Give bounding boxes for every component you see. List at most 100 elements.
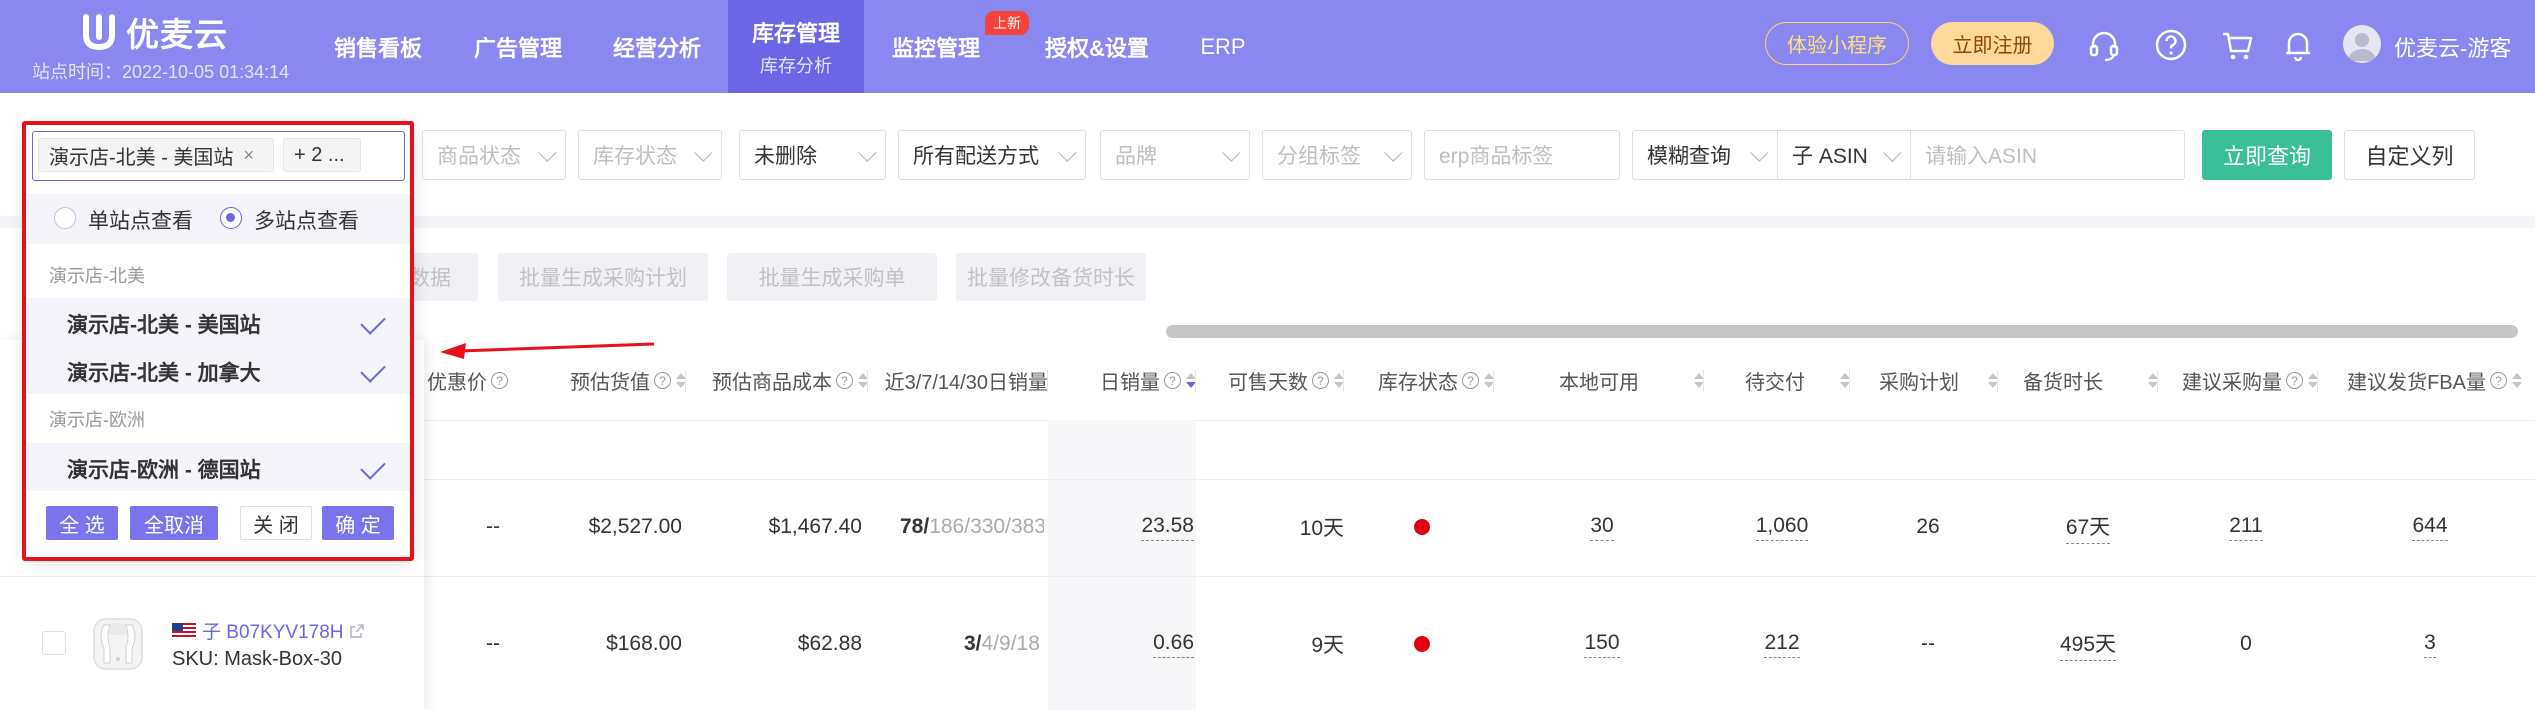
chevron-down-icon xyxy=(1883,142,1902,162)
row-divider xyxy=(0,576,424,577)
cell-daily-sales[interactable]: 0.66 xyxy=(1048,624,1194,664)
sort-icon[interactable] xyxy=(2512,372,2522,388)
brand-name: 优麦云 xyxy=(126,16,228,53)
cell-cost: $62.88 xyxy=(797,632,862,655)
batch-purchase-order-button[interactable]: 批量生成采购单 xyxy=(727,253,937,301)
stock-status-select[interactable]: 库存状态 xyxy=(578,130,722,180)
cell-daily-sales[interactable]: 23.58 xyxy=(1048,507,1194,547)
asin-search-input[interactable]: 请输入ASIN xyxy=(1910,130,2185,180)
logo[interactable]: 优麦云 xyxy=(82,10,228,54)
cell-suggested-fba[interactable]: 644 xyxy=(2382,507,2478,547)
cell-pending-delivery[interactable]: 1,060 xyxy=(1734,507,1830,547)
external-link-icon[interactable] xyxy=(349,623,364,638)
user-name[interactable]: 优麦云-游客 xyxy=(2394,31,2511,63)
help-icon: ? xyxy=(1164,371,1181,389)
cell-local-available[interactable]: 150 xyxy=(1554,624,1650,664)
site-time: 站点时间：2022-10-05 01:34:14 xyxy=(32,62,290,82)
help-icon: ? xyxy=(2490,371,2507,389)
status-red-dot xyxy=(1414,636,1430,652)
col-daily-sales[interactable]: 日销量? xyxy=(1048,340,1196,420)
cell-discount: -- xyxy=(486,515,500,538)
chevron-down-icon xyxy=(1750,142,1769,162)
daily-sales-column-highlight xyxy=(1048,420,1196,710)
cell-purchase-plan: 26 xyxy=(1916,515,1940,538)
help-icon[interactable] xyxy=(2152,26,2190,64)
nav-inventory-sub: 库存分析 xyxy=(760,55,832,76)
cell-local-available[interactable]: 30 xyxy=(1554,507,1650,547)
cell-cost: $1,467.40 xyxy=(768,515,862,538)
cell-pending-delivery[interactable]: 212 xyxy=(1734,624,1830,664)
nav-monitoring[interactable]: 监控管理 xyxy=(880,0,992,93)
cell-sellable-days: 10天 xyxy=(1299,517,1344,540)
red-highlight-annotation xyxy=(22,121,414,561)
col-sellable-days[interactable]: 可售天数? xyxy=(1196,340,1344,420)
chevron-down-icon xyxy=(1058,142,1077,162)
help-icon: ? xyxy=(1462,371,1479,389)
col-suggested-purchase[interactable]: 建议采购量? xyxy=(2158,340,2318,420)
chevron-down-icon xyxy=(1384,142,1403,162)
headset-icon[interactable] xyxy=(2085,26,2123,64)
cell-discount: -- xyxy=(486,632,500,655)
cell-value: $168.00 xyxy=(606,632,682,655)
row-checkbox[interactable] xyxy=(42,631,66,655)
chevron-down-icon xyxy=(538,142,557,162)
help-icon: ? xyxy=(836,371,853,389)
deleted-select[interactable]: 未删除 xyxy=(739,130,886,180)
cell-stock-status xyxy=(1394,624,1450,664)
batch-purchase-plan-button[interactable]: 批量生成采购计划 xyxy=(498,253,708,301)
col-suggested-fba[interactable]: 建议发货FBA量? xyxy=(2318,340,2522,420)
chevron-down-icon xyxy=(858,142,877,162)
chevron-down-icon xyxy=(694,142,713,162)
col-estimated-cost[interactable]: 预估商品成本? xyxy=(686,340,868,420)
col-recent-sales[interactable]: 近3/7/14/30日销量 xyxy=(868,340,1048,420)
nav-inventory-management[interactable]: 库存管理 库存分析 xyxy=(728,0,864,93)
col-lead-time[interactable]: 备货时长 xyxy=(1998,340,2158,420)
bell-icon[interactable] xyxy=(2279,26,2317,64)
avatar-icon xyxy=(2348,33,2376,61)
us-flag-icon xyxy=(172,623,196,638)
cell-value: $2,527.00 xyxy=(588,515,682,538)
avatar[interactable] xyxy=(2343,25,2381,63)
cell-lead-time[interactable]: 495天 xyxy=(2040,624,2136,664)
horizontal-scrollbar[interactable] xyxy=(1166,325,2518,338)
help-icon: ? xyxy=(491,371,508,389)
nav-ad-management[interactable]: 广告管理 xyxy=(462,0,574,93)
nav-erp[interactable]: ERP xyxy=(1190,0,1256,93)
red-arrow-annotation xyxy=(440,342,655,359)
mini-program-button[interactable]: 体验小程序 xyxy=(1765,22,1909,65)
cell-recent-sales: 3/4/9/18 xyxy=(964,632,1040,655)
col-pending-delivery[interactable]: 待交付 xyxy=(1704,340,1850,420)
col-local-available[interactable]: 本地可用 xyxy=(1494,340,1704,420)
cart-icon[interactable] xyxy=(2218,26,2256,64)
help-icon: ? xyxy=(2286,371,2303,389)
product-status-select[interactable]: 商品状态 xyxy=(422,130,566,180)
product-image[interactable] xyxy=(88,609,148,675)
nav-business-analysis[interactable]: 经营分析 xyxy=(601,0,713,93)
col-purchase-plan[interactable]: 采购计划 xyxy=(1850,340,1998,420)
col-stock-status[interactable]: 库存状态? xyxy=(1344,340,1494,420)
help-icon: ? xyxy=(654,371,671,389)
register-button[interactable]: 立即注册 xyxy=(1931,22,2054,65)
brand-select[interactable]: 品牌 xyxy=(1100,130,1250,180)
group-tag-select[interactable]: 分组标签 xyxy=(1262,130,1412,180)
query-mode-select[interactable]: 模糊查询 xyxy=(1632,130,1778,180)
product-asin[interactable]: 子 B07KYV178H xyxy=(172,617,364,644)
asin-type-select[interactable]: 子 ASIN xyxy=(1777,130,1911,180)
product-sku: SKU: Mask-Box-30 xyxy=(172,648,343,670)
cell-suggested-purchase[interactable]: 211 xyxy=(2198,507,2294,547)
cell-recent-sales: 78/186/330/383 xyxy=(900,515,1044,538)
cell-suggested-purchase: 0 xyxy=(2240,632,2252,655)
query-button[interactable]: 立即查询 xyxy=(2202,130,2332,180)
cell-lead-time[interactable]: 67天 xyxy=(2040,507,2136,547)
delivery-select[interactable]: 所有配送方式 xyxy=(898,130,1086,180)
help-icon: ? xyxy=(1312,371,1329,389)
cell-suggested-fba[interactable]: 3 xyxy=(2382,624,2478,664)
brand-logo-icon xyxy=(83,14,115,51)
erp-tag-input[interactable]: erp商品标签 xyxy=(1424,130,1620,180)
custom-columns-button[interactable]: 自定义列 xyxy=(2344,130,2475,180)
batch-lead-time-button[interactable]: 批量修改备货时长 xyxy=(956,253,1146,301)
nav-auth-settings[interactable]: 授权&设置 xyxy=(1022,0,1172,93)
chevron-down-icon xyxy=(1222,142,1241,162)
nav-sales-dashboard[interactable]: 销售看板 xyxy=(322,0,434,93)
status-red-dot xyxy=(1414,519,1430,535)
